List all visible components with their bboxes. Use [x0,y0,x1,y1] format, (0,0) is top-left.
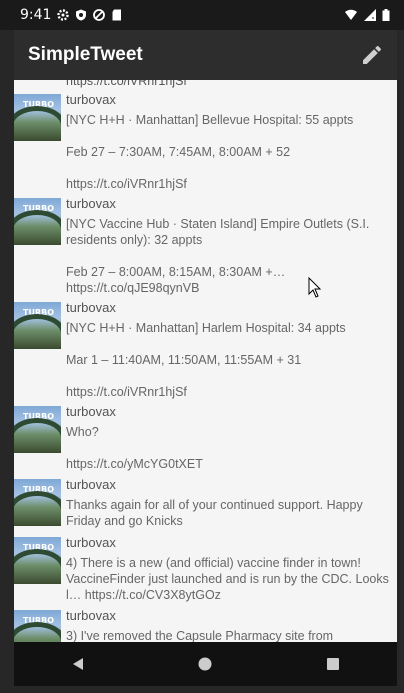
tweet-body: 3) I've removed the Capsule Pharmacy sit… [66,629,334,642]
compose-button[interactable] [359,42,385,68]
home-button[interactable] [185,644,225,684]
tweet-body: [NYC H+H · Manhattan] Bellevue Hospital:… [66,113,354,191]
tweet-body: [NYC H+H · Manhattan] Harlem Hospital: 3… [66,321,346,399]
avatar[interactable]: TURBO [14,610,61,642]
sd-card-icon [112,9,122,21]
avatar[interactable]: TURBO [14,537,61,584]
tweet-handle: turbovax [66,608,116,623]
signal-icon [364,9,376,21]
tweet-handle: turbovax [66,300,116,315]
tweet-handle: turbovax [66,404,116,419]
pencil-icon [363,45,382,64]
mouse-cursor-icon [308,277,322,298]
home-icon [198,657,212,671]
partial-tweet-text: https://t.co/iVRnr1hjSf [66,80,187,88]
tweet-body: [NYC Vaccine Hub · Staten Island] Empire… [66,217,370,295]
app-title: SimpleTweet [28,44,143,65]
recents-button[interactable] [313,644,353,684]
avatar[interactable]: TURBO [14,94,61,141]
back-icon [72,658,83,670]
app-bar: SimpleTweet [14,30,397,80]
avatar[interactable]: TURBO [14,302,61,349]
tweet-timeline[interactable]: https://t.co/iVRnr1hjSf TURBO turbovax [… [14,80,397,642]
shield-icon [76,9,87,21]
back-button[interactable] [58,644,98,684]
tweet-handle: turbovax [66,477,116,492]
navigation-bar [14,642,397,686]
avatar[interactable]: TURBO [14,479,61,526]
tweet-body: Thanks again for all of your continued s… [66,498,367,528]
battery-icon [382,9,390,21]
tweet-handle: turbovax [66,535,116,550]
status-bar: 9:41 [0,0,404,30]
status-time: 9:41 [20,7,52,23]
avatar[interactable]: TURBO [14,406,61,453]
wifi-icon [345,9,357,20]
settings-icon [57,9,70,21]
avatar[interactable]: TURBO [14,198,61,245]
recents-icon [327,658,340,670]
tweet-body: Who? https://t.co/yMcYG0tXET [66,425,203,471]
do-not-disturb-icon [93,9,106,21]
tweet-body: 4) There is a new (and official) vaccine… [66,556,393,602]
tweet-handle: turbovax [66,196,116,211]
tweet-handle: turbovax [66,92,116,107]
